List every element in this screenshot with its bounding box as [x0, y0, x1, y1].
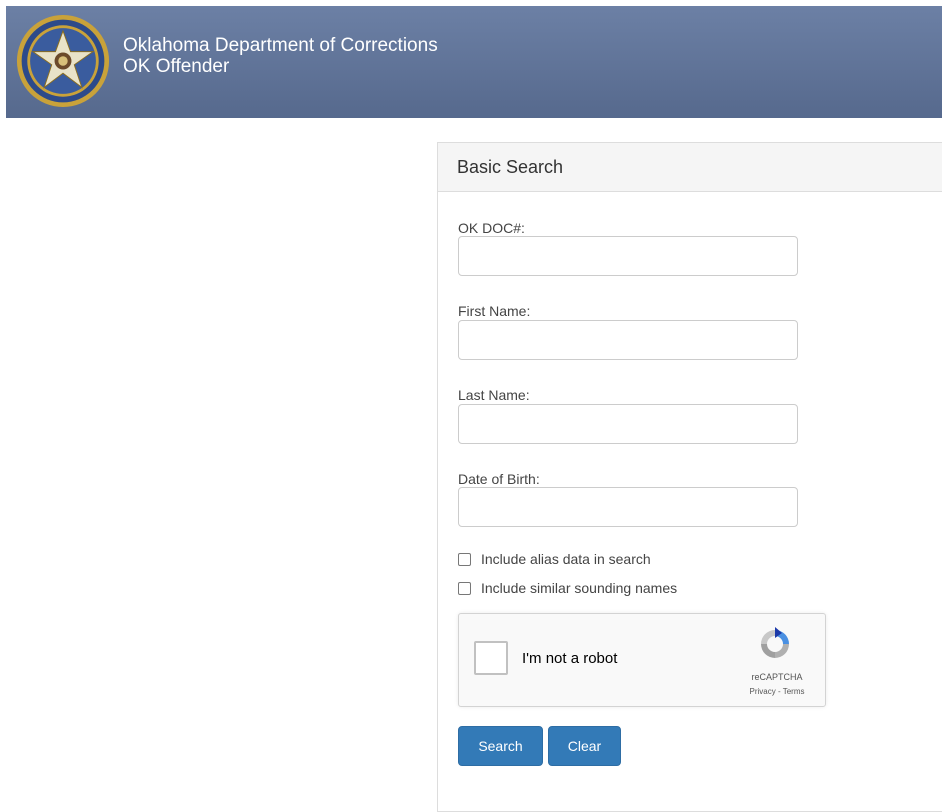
recaptcha-privacy-terms[interactable]: Privacy - Terms	[727, 687, 827, 696]
agency-name: Oklahoma Department of Corrections	[123, 35, 438, 56]
doc-number-input[interactable]	[458, 236, 798, 276]
recaptcha-brand: reCAPTCHA	[751, 672, 803, 682]
app-name: OK Offender	[123, 56, 230, 77]
first-name-label: First Name:	[458, 303, 531, 319]
date-of-birth-label: Date of Birth:	[458, 471, 540, 487]
last-name-label: Last Name:	[458, 387, 530, 403]
recaptcha-label: I'm not a robot	[522, 650, 618, 667]
oklahoma-state-seal-icon	[16, 14, 110, 108]
alias-option-label: Include alias data in search	[481, 551, 651, 567]
recaptcha-checkbox[interactable]	[474, 641, 508, 675]
recaptcha-widget: I'm not a robot reCAPTCHA Privacy - Term…	[458, 613, 826, 707]
first-name-input[interactable]	[458, 320, 798, 360]
doc-number-label: OK DOC#:	[458, 220, 525, 236]
recaptcha-logo-icon	[761, 627, 789, 658]
site-header: Oklahoma Department of Corrections OK Of…	[6, 6, 942, 118]
similar-names-checkbox[interactable]	[458, 581, 471, 595]
panel-heading: Basic Search	[438, 143, 942, 192]
date-of-birth-input[interactable]	[458, 487, 798, 527]
alias-option[interactable]: Include alias data in search	[458, 551, 651, 567]
similar-names-option[interactable]: Include similar sounding names	[458, 580, 677, 596]
similar-names-option-label: Include similar sounding names	[481, 580, 678, 596]
clear-button[interactable]: Clear	[548, 726, 621, 766]
header-titles: Oklahoma Department of Corrections OK Of…	[123, 35, 438, 77]
last-name-input[interactable]	[458, 404, 798, 444]
search-button[interactable]: Search	[458, 726, 543, 766]
alias-checkbox[interactable]	[458, 552, 471, 566]
basic-search-panel: Basic Search OK DOC#: First Name: Last N…	[437, 142, 942, 812]
